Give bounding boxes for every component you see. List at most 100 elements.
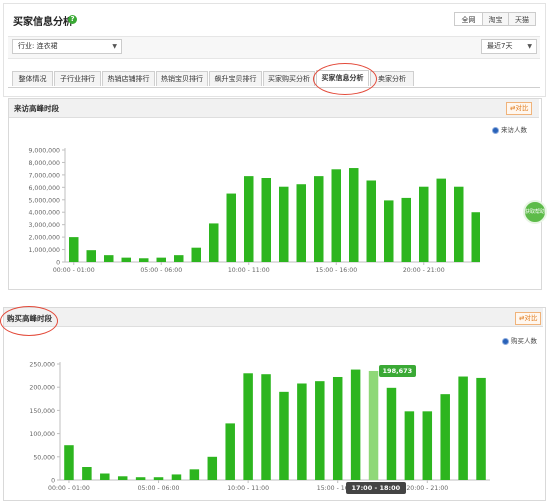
bar	[189, 469, 200, 480]
platform-tab-all[interactable]: 全网	[454, 12, 483, 26]
y-tick-label: 100,000	[29, 431, 55, 438]
tab-buyer-purchase[interactable]: 买家购买分析	[263, 71, 315, 86]
legend-label: 来访人数	[501, 126, 527, 134]
tab-sub-industry-rank[interactable]: 子行业排行	[54, 71, 101, 86]
buyers-title-circle	[0, 306, 58, 336]
bar	[279, 186, 289, 262]
bar	[314, 176, 324, 262]
industry-select[interactable]: 行业: 连衣裙 ▼	[12, 39, 122, 54]
tab-hot-shop-rank[interactable]: 热销店铺排行	[102, 71, 155, 86]
bar	[86, 250, 96, 262]
legend-marker-icon	[502, 337, 509, 345]
bar	[174, 255, 184, 262]
y-tick-label: 50,000	[33, 454, 55, 461]
tab-overview[interactable]: 整体情况	[12, 71, 53, 86]
bar	[331, 169, 341, 262]
bar	[64, 445, 74, 480]
y-tick-label: 7,000,000	[29, 172, 61, 179]
x-tick-label: 05:00 - 06:00	[140, 267, 182, 274]
bar	[296, 184, 306, 262]
bar	[471, 212, 480, 262]
bar	[243, 373, 253, 480]
side-help-widget[interactable]: 获取帮助	[523, 200, 547, 224]
bar	[191, 247, 201, 262]
industry-select-label: 行业: 连衣裙	[18, 42, 58, 50]
buyers-compare-button[interactable]: ⇄对比	[515, 312, 542, 325]
bar	[401, 197, 411, 262]
x-tick-label: 00:00 - 01:00	[48, 485, 90, 492]
bar	[349, 168, 359, 262]
visitors-legend[interactable]: 来访人数	[492, 124, 527, 134]
legend-marker-icon	[492, 126, 499, 134]
y-tick-label: 2,000,000	[29, 235, 61, 242]
y-tick-label: 6,000,000	[29, 185, 61, 192]
compare-label: 对比	[524, 314, 538, 322]
bar	[153, 477, 164, 480]
bar	[139, 258, 149, 262]
legend-label: 购买人数	[511, 337, 537, 345]
x-tick-label: 20:00 - 21:00	[406, 485, 448, 492]
bar	[156, 257, 166, 262]
bar	[384, 200, 394, 262]
y-tick-label: 8,000,000	[29, 160, 61, 167]
bar	[100, 473, 110, 480]
bar	[458, 376, 468, 480]
x-tick-label: 20:00 - 21:00	[403, 267, 445, 274]
visitors-compare-button[interactable]: ⇄对比	[506, 102, 533, 115]
x-tick-label: 05:00 - 06:00	[138, 485, 180, 492]
page-title: 买家信息分析	[13, 17, 73, 28]
bar	[207, 456, 218, 480]
period-select-label: 最近7天	[487, 42, 513, 50]
bar	[209, 223, 219, 262]
period-select[interactable]: 最近7天 ▼	[481, 39, 537, 54]
x-tick-label: 10:00 - 11:00	[228, 267, 270, 274]
bar	[315, 381, 325, 480]
bar	[261, 178, 271, 262]
bar	[422, 411, 433, 480]
bar	[261, 374, 271, 480]
bar	[297, 383, 307, 480]
tab-highlight-circle	[313, 63, 377, 95]
tab-rising-item-rank[interactable]: 飙升宝贝排行	[209, 71, 262, 86]
buyers-header	[4, 308, 543, 327]
bar	[436, 178, 446, 262]
bar	[476, 377, 486, 480]
buyers-legend[interactable]: 购买人数	[502, 335, 537, 345]
bar	[350, 369, 361, 480]
highlighted-bar	[368, 370, 379, 480]
x-tick-label: 15:00 - 16:00	[315, 267, 357, 274]
bar	[332, 376, 343, 480]
bar	[419, 186, 429, 262]
buyers-chart: 0 50,000 100,000 150,000 200,000 250,000 00:00…	[29, 362, 490, 492]
bar	[104, 255, 114, 262]
y-tick-label: 1,000,000	[29, 247, 61, 254]
bar	[440, 394, 450, 480]
help-icon[interactable]: ?	[68, 15, 77, 24]
compare-label: 对比	[515, 104, 529, 112]
bar	[171, 474, 182, 480]
y-tick-label: 0	[56, 260, 60, 267]
side-help-label: 获取帮助	[525, 209, 546, 215]
chevron-down-icon: ▼	[112, 43, 117, 50]
y-tick-label: 3,000,000	[29, 222, 61, 229]
bar	[366, 180, 376, 262]
platform-tab-taobao[interactable]: 淘宝	[482, 12, 509, 26]
y-tick-label: 150,000	[29, 408, 55, 415]
bar	[69, 237, 79, 262]
y-tick-label: 0	[51, 478, 55, 485]
bar	[135, 477, 146, 480]
bar	[404, 411, 415, 480]
platform-tab-tmall[interactable]: 天猫	[508, 12, 536, 26]
bar	[121, 257, 131, 262]
x-hover-label: 17:00 - 18:00	[345, 482, 407, 494]
bar	[454, 186, 464, 262]
bar	[279, 391, 289, 480]
bar	[225, 423, 235, 480]
x-tick-label: 10:00 - 11:00	[227, 485, 269, 492]
tab-hot-item-rank[interactable]: 热销宝贝排行	[156, 71, 208, 86]
y-tick-label: 4,000,000	[29, 210, 61, 217]
bar-value-tooltip: 198,673	[378, 364, 417, 377]
bar	[226, 193, 236, 262]
y-tick-label: 5,000,000	[29, 197, 61, 204]
visitors-title: 来访高峰时段	[14, 104, 59, 113]
